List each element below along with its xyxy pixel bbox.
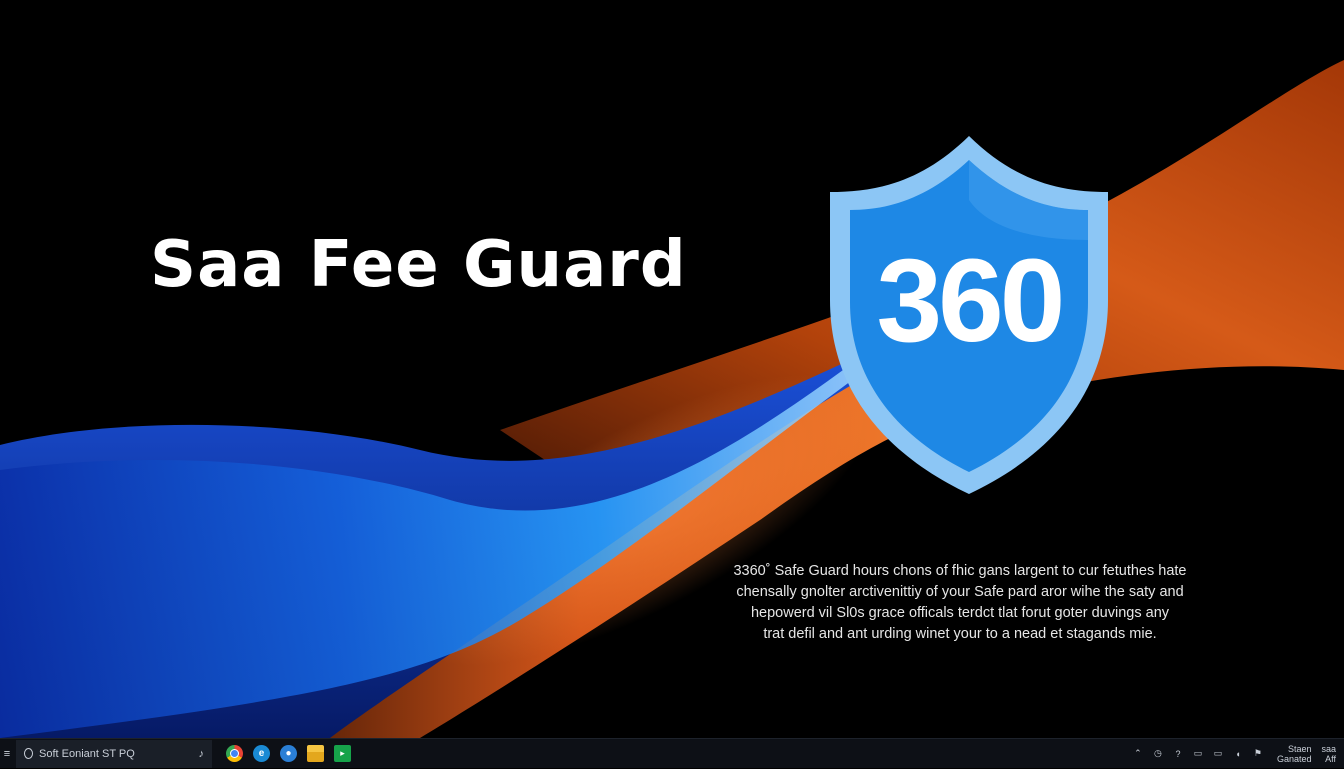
desktop-wallpaper: Saa Fee Guard 360 3360˚ Safe Guard hours…	[0, 0, 1344, 738]
description-text: 3360˚ Safe Guard hours chons of fhic gan…	[720, 561, 1200, 645]
tray-battery-icon[interactable]: ▭	[1193, 748, 1203, 759]
start-button[interactable]: ≡	[0, 739, 14, 769]
pinned-apps: e ● ▸	[226, 745, 351, 762]
chrome-icon[interactable]	[226, 745, 243, 762]
system-tray: ⌃ ◷ ? ▭ ▭ ◖ ⚑ Staen Ganated saa Aff	[1133, 744, 1344, 764]
description-line: hepowerd vil Sl0s grace officals terdct …	[750, 605, 1170, 621]
tray-help-icon[interactable]: ?	[1173, 749, 1183, 759]
tray-volume-icon[interactable]: ◖	[1233, 749, 1243, 759]
edge-icon[interactable]: e	[253, 745, 270, 762]
clock-line: Ganated	[1276, 753, 1312, 764]
taskbar-clock[interactable]: Staen Ganated	[1277, 744, 1312, 764]
mic-icon[interactable]: ♪	[199, 748, 205, 760]
description-line: chensally gnolter arctivenittiy of your …	[736, 584, 1184, 600]
app-headline: Saa Fee Guard	[150, 228, 687, 302]
start-icon: ≡	[3, 747, 11, 760]
date-line: saa	[1321, 743, 1336, 754]
date-line: Aff	[1325, 753, 1336, 764]
tray-chevron-icon[interactable]: ⌃	[1133, 748, 1143, 759]
shield-label: 360	[876, 235, 1066, 367]
taskbar: ≡ Soft Eoniant ST PQ ♪ e ● ▸ ⌃ ◷ ? ▭ ▭ ◖…	[0, 738, 1344, 768]
store-icon[interactable]: ▸	[334, 745, 351, 762]
search-text: Soft Eoniant ST PQ	[39, 747, 135, 760]
description-line: 3360˚ Safe Guard hours chons of fhic gan…	[733, 563, 1187, 579]
taskbar-date[interactable]: saa Aff	[1321, 744, 1336, 764]
taskbar-search-box[interactable]: Soft Eoniant ST PQ ♪	[16, 739, 212, 768]
clock-line: Staen	[1287, 743, 1312, 754]
search-icon	[24, 748, 33, 759]
folder-icon[interactable]	[307, 745, 324, 762]
settings-icon[interactable]: ●	[280, 745, 297, 762]
tray-flag-icon[interactable]: ⚑	[1253, 748, 1263, 759]
description-line: trat defil and ant urding winet your to …	[763, 626, 1157, 642]
tray-network-icon[interactable]: ▭	[1213, 748, 1223, 759]
tray-clock-icon[interactable]: ◷	[1153, 748, 1163, 759]
